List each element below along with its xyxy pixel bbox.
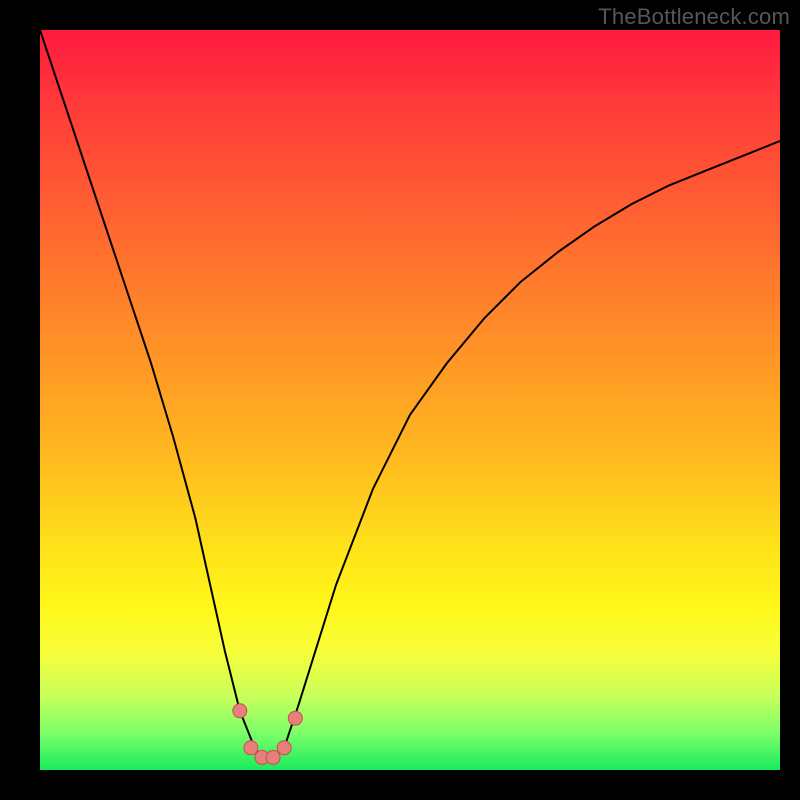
bottleneck-curve: [40, 30, 780, 759]
curve-marker: [266, 750, 280, 764]
watermark-text: TheBottleneck.com: [598, 4, 790, 30]
chart-svg: [40, 30, 780, 770]
curve-marker: [288, 711, 302, 725]
curve-marker: [244, 741, 258, 755]
curve-marker: [277, 741, 291, 755]
marker-group: [233, 704, 302, 765]
plot-area: [40, 30, 780, 770]
chart-canvas: TheBottleneck.com: [0, 0, 800, 800]
curve-marker: [233, 704, 247, 718]
